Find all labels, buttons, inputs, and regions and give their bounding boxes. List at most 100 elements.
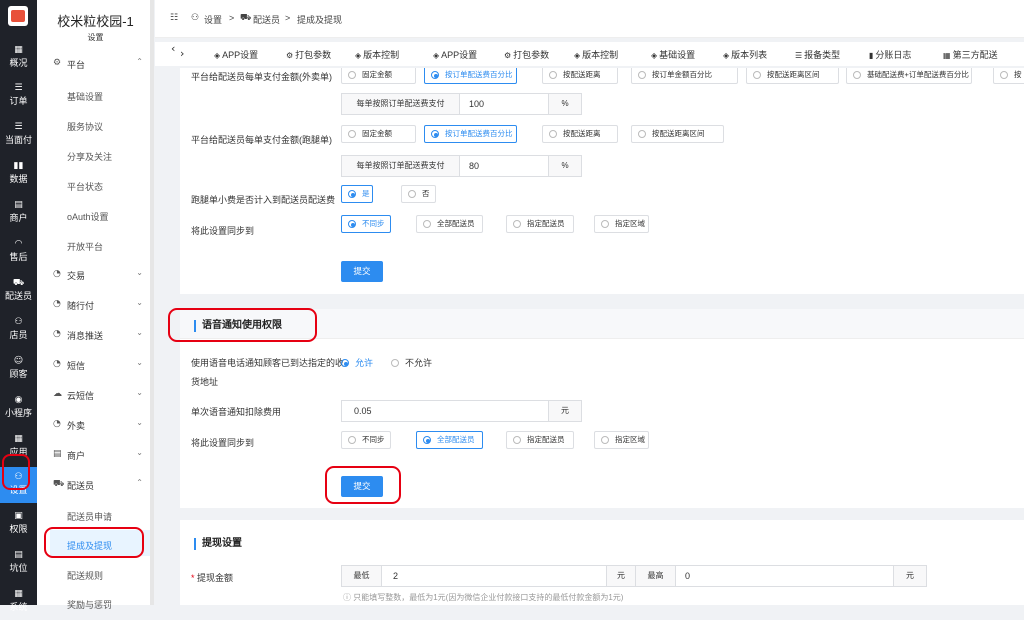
nav-item-9[interactable]: ◉ 小程序 [0, 390, 37, 426]
nav-item-5[interactable]: ◠ 售后 [0, 234, 37, 270]
nav-item-2[interactable]: ☰ 当面付 [0, 117, 37, 153]
tab-item[interactable]: ◈ 版本控制 [355, 48, 399, 61]
nav-item-12[interactable]: ▣ 权限 [0, 506, 37, 542]
sidebar-scrollbar[interactable] [150, 0, 154, 605]
nav-label: 商户 [9, 213, 28, 223]
radio-option[interactable]: 基础配送费+订单配送费百分比 [846, 68, 972, 84]
tab-next-button[interactable]: › [180, 47, 184, 60]
radio-option[interactable]: 按订单配送费百分比 [424, 68, 517, 84]
tab-item[interactable]: ◈ 版本控制 [574, 48, 618, 61]
breadcrumb-settings[interactable]: 设置 [204, 13, 222, 26]
sidebar-group[interactable]: ⛟ 配送员 ⌃ [53, 478, 149, 494]
radio-label: 不同步 [362, 219, 385, 228]
sidebar-group-platform[interactable]: ⚙ 平台 ⌃ [53, 57, 149, 73]
gear-icon: ⚙ [53, 58, 62, 68]
radio-option[interactable]: 固定金额 [341, 125, 416, 143]
radio-option[interactable]: 按配送距离 [542, 68, 618, 84]
sidebar-courier-item[interactable]: 配送规则 [67, 569, 103, 582]
sidebar-group[interactable]: ◔ 交易 ⌄ [53, 268, 149, 284]
sidebar-item[interactable]: 分享及关注 [67, 150, 112, 163]
nav-label: 系统 [9, 602, 28, 612]
tab-item[interactable]: ⚙ 打包参数 [286, 48, 331, 61]
errand-percent-input[interactable]: 每单按照订单配送费支付 80 % [341, 155, 582, 177]
nav-item-0[interactable]: ▦ 概况 [0, 40, 37, 76]
tab-item[interactable]: ▦ 第三方配送 [943, 48, 998, 61]
tab-item[interactable]: ▮ 分账日志 [869, 48, 911, 61]
submit-button[interactable]: 提交 [341, 261, 383, 282]
menu-toggle-icon[interactable]: ☷ [170, 13, 178, 23]
tab-item[interactable]: ◈ APP设置 [433, 48, 477, 61]
radio-option[interactable]: 按配送距离 [542, 125, 618, 143]
withdraw-range-input[interactable]: 最低 2 元 最高 0 元 [341, 565, 927, 587]
nav-item-1[interactable]: ☰ 订单 [0, 78, 37, 114]
radio-option[interactable]: 按订单金额百分比 [631, 68, 738, 84]
sidebar-group[interactable]: ◔ 短信 ⌄ [53, 358, 149, 374]
group-label: 外卖 [67, 421, 86, 431]
nav-item-6[interactable]: ⛟ 配送员 [0, 273, 37, 309]
group-label: 交易 [67, 271, 86, 281]
radio-option[interactable]: 指定区域 [594, 215, 649, 233]
sidebar-group[interactable]: ◔ 消息推送 ⌄ [53, 328, 149, 344]
chevron-icon: ⌄ [136, 418, 143, 427]
sidebar-item[interactable]: oAuth设置 [67, 210, 109, 223]
sidebar-item[interactable]: 开放平台 [67, 240, 103, 253]
radio-option[interactable]: 不同步 [341, 215, 391, 233]
radio-option[interactable]: 指定配送员 [506, 215, 574, 233]
nav-item-14[interactable]: ▦ 系统 [0, 584, 37, 620]
tab-item[interactable]: ⚙ 打包参数 [504, 48, 549, 61]
sidebar-item[interactable]: 平台状态 [67, 180, 103, 193]
sidebar-item[interactable]: 服务协议 [67, 120, 103, 133]
pay-takeout-label: 平台给配送员每单支付金额(外卖单) [191, 72, 332, 82]
radio-dot [408, 190, 416, 198]
nav-item-13[interactable]: ▤ 坑位 [0, 545, 37, 581]
takeout-percent-input[interactable]: 每单按照订单配送费支付 100 % [341, 93, 582, 115]
nav-item-7[interactable]: ⚇ 店员 [0, 312, 37, 348]
sidebar-group[interactable]: ◔ 随行付 ⌄ [53, 298, 149, 314]
main-content: 平台给配送员每单支付金额(外卖单) 固定金额 按订单配送费百分比 按配送距离 按订单金… [155, 68, 1024, 605]
breadcrumb-courier[interactable]: 配送员 [253, 13, 280, 26]
tab-item[interactable]: ◈ 版本列表 [723, 48, 767, 61]
group-icon: ⛟ [53, 479, 65, 489]
chevron-icon: ⌃ [136, 478, 143, 487]
tab-item[interactable]: ☰ 报备类型 [795, 48, 840, 61]
tab-icon: ◈ [214, 51, 221, 60]
sidebar-group[interactable]: ☁ 云短信 ⌄ [53, 388, 149, 404]
nav-label: 店员 [9, 330, 28, 340]
radio-label: 否 [422, 189, 430, 198]
radio-option[interactable]: 按配送距离区间 [631, 125, 724, 143]
tab-icon: ⚙ [504, 51, 512, 60]
nav-item-4[interactable]: ▤ 商户 [0, 195, 37, 231]
chevron-up-icon: ⌃ [136, 57, 143, 66]
tab-prev-button[interactable]: ‹ [171, 42, 175, 55]
radio-option[interactable]: 按配送距离区间 [746, 68, 839, 84]
min-unit: 元 [606, 566, 636, 586]
radio-option[interactable]: 指定配送员 [506, 431, 574, 449]
radio-option[interactable]: 固定金额 [341, 68, 416, 84]
nav-item-3[interactable]: ▮▮ 数据 [0, 156, 37, 192]
tab-label: APP设置 [222, 50, 259, 60]
voice-fee-input[interactable]: 0.05 元 [341, 400, 582, 422]
nav-icon: ▦ [14, 45, 23, 55]
radio-option[interactable]: 按 [993, 68, 1024, 84]
radio-option[interactable]: 允许 [341, 356, 373, 369]
sidebar-group[interactable]: ▤ 商户 ⌄ [53, 448, 149, 464]
nav-item-8[interactable]: ☺ 顾客 [0, 351, 37, 387]
tab-item[interactable]: ◈ APP设置 [214, 48, 258, 61]
radio-dot [348, 436, 356, 444]
radio-option[interactable]: 不同步 [341, 431, 391, 449]
nav-icon: ▤ [14, 550, 23, 560]
radio-option[interactable]: 指定区域 [594, 431, 649, 449]
sidebar-item[interactable]: 基础设置 [67, 90, 103, 103]
radio-option[interactable]: 全部配送员 [416, 215, 483, 233]
tab-item[interactable]: ◈ 基础设置 [651, 48, 695, 61]
radio-option[interactable]: 按订单配送费百分比 [424, 125, 517, 143]
radio-label: 按配送距离区间 [652, 129, 705, 138]
radio-option[interactable]: 是 [341, 185, 373, 203]
sidebar-group[interactable]: ◔ 外卖 ⌄ [53, 418, 149, 434]
sidebar-courier-item[interactable]: 配送员申请 [67, 510, 112, 523]
chevron-icon: ⌄ [136, 328, 143, 337]
radio-option[interactable]: 不允许 [391, 356, 432, 369]
radio-option[interactable]: 否 [401, 185, 436, 203]
radio-option[interactable]: 全部配送员 [416, 431, 483, 449]
nav-icon: ☰ [14, 83, 23, 93]
